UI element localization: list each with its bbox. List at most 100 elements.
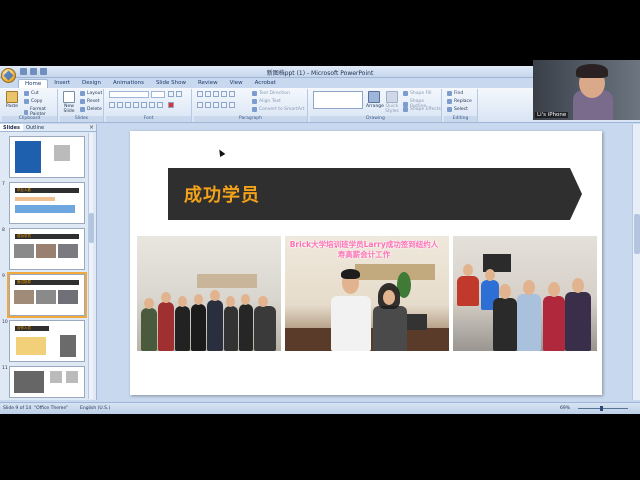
justify-icon[interactable]: [221, 102, 227, 108]
person: [207, 300, 223, 351]
slide-title[interactable]: 成功学员: [184, 181, 260, 207]
slide-canvas[interactable]: 成功学员 Brick大学培训班学员Larry成功签到纽约人寿高薪会计工作: [130, 131, 602, 395]
slides-label: Slides: [60, 116, 103, 122]
pane-scrollbar[interactable]: [88, 133, 94, 399]
tab-outline[interactable]: Outline: [23, 124, 47, 131]
strikethrough-icon[interactable]: [133, 102, 139, 108]
reset-button[interactable]: Reset: [80, 99, 100, 104]
quick-styles-button[interactable]: Quick Styles: [384, 91, 400, 114]
decrease-indent-icon[interactable]: [213, 91, 219, 97]
tab-view[interactable]: View: [224, 79, 249, 88]
cut-button[interactable]: Cut: [24, 91, 39, 96]
tab-animations[interactable]: Animations: [107, 79, 150, 88]
brush-icon: [24, 109, 29, 115]
layout-button[interactable]: Layout: [80, 91, 102, 96]
spacing-icon[interactable]: [149, 102, 155, 108]
qr-code-icon: [66, 371, 78, 383]
office-button[interactable]: [1, 68, 16, 83]
status-bar: Slide 9 of 14 "Office Theme" English (U.…: [0, 402, 640, 414]
slide-thumbnail-10[interactable]: 10 合作人员: [0, 320, 90, 364]
thumbnail-image: [9, 366, 85, 398]
qr-code-icon: [54, 145, 70, 161]
quick-styles-icon: [386, 91, 398, 103]
tab-slides[interactable]: Slides: [0, 124, 23, 131]
new-slide-button[interactable]: New Slide: [61, 91, 77, 114]
tab-design[interactable]: Design: [76, 79, 107, 88]
slide-scrollbar[interactable]: [632, 124, 640, 400]
zoom-slider[interactable]: [578, 406, 628, 411]
scroll-thumb[interactable]: [89, 213, 94, 243]
delete-button[interactable]: Delete: [80, 107, 102, 112]
slide-number: 8: [2, 228, 5, 233]
shadow-icon[interactable]: [141, 102, 147, 108]
numbering-icon[interactable]: [205, 91, 211, 97]
thumb-photo: [58, 244, 78, 258]
screen: 新图档ppt (1) - Microsoft PowerPoint Home I…: [0, 0, 640, 480]
group-photo-office[interactable]: [137, 236, 281, 351]
tab-insert[interactable]: Insert: [48, 79, 76, 88]
columns-icon[interactable]: [229, 102, 235, 108]
font-name-field[interactable]: [109, 91, 149, 98]
copy-button[interactable]: Copy: [24, 99, 42, 104]
align-left-icon[interactable]: [197, 102, 203, 108]
shapes-gallery[interactable]: [313, 91, 363, 109]
thumb-photo: [36, 290, 56, 304]
tab-review[interactable]: Review: [192, 79, 224, 88]
slide-thumbnail-7[interactable]: 7 毕业人数: [0, 182, 90, 226]
thumbnail-image: 面试指导: [7, 272, 87, 318]
drawing-label: Drawing: [310, 116, 441, 122]
slide-thumbnail-6[interactable]: [0, 136, 90, 180]
head: [178, 296, 187, 307]
head: [463, 264, 473, 276]
zoom-level[interactable]: 69%: [560, 406, 570, 411]
find-button[interactable]: Find: [447, 91, 463, 96]
group-photo-classroom[interactable]: [453, 236, 597, 351]
change-case-icon[interactable]: [157, 102, 163, 108]
slide-number: 10: [2, 320, 8, 325]
shape-fill-button[interactable]: Shape Fill: [403, 91, 432, 96]
close-icon[interactable]: ×: [89, 124, 94, 131]
convert-smartart-button[interactable]: Convert to SmartArt: [252, 107, 304, 112]
increase-indent-icon[interactable]: [221, 91, 227, 97]
align-center-icon[interactable]: [205, 102, 211, 108]
person: [457, 276, 479, 306]
face: [383, 290, 395, 305]
person: [191, 304, 206, 351]
slide-thumbnail-9[interactable]: 9 面试指导: [0, 272, 90, 318]
select-button[interactable]: Select: [447, 107, 468, 112]
align-right-icon[interactable]: [213, 102, 219, 108]
font-color-icon[interactable]: [168, 102, 174, 108]
font-size-field[interactable]: [151, 91, 165, 98]
replace-button[interactable]: Replace: [447, 99, 472, 104]
ribbon-tabs: Home Insert Design Animations Slide Show…: [18, 79, 282, 88]
paragraph-label: Paragraph: [194, 116, 307, 122]
tab-home[interactable]: Home: [18, 79, 49, 88]
theme-name: "Office Theme": [34, 406, 69, 411]
arrange-button[interactable]: Arrange: [366, 91, 384, 109]
shape-effects-button[interactable]: Shape Effects: [403, 107, 441, 112]
shrink-font-icon[interactable]: [176, 91, 182, 97]
text-direction-button[interactable]: Text Direction: [252, 91, 290, 96]
video-participant-tile[interactable]: Li's iPhone: [533, 60, 640, 120]
slide-thumbnail-8[interactable]: 8 成功学员: [0, 228, 90, 272]
language[interactable]: English (U.S.): [80, 406, 110, 411]
italic-icon[interactable]: [117, 102, 123, 108]
tab-slide-show[interactable]: Slide Show: [150, 79, 192, 88]
align-text-button[interactable]: Align Text: [252, 99, 281, 104]
tab-acrobat[interactable]: Acrobat: [249, 79, 282, 88]
student-photo-larry[interactable]: Brick大学培训班学员Larry成功签到纽约人寿高薪会计工作: [285, 236, 449, 351]
layout-icon: [80, 91, 85, 96]
line-spacing-icon[interactable]: [229, 91, 235, 97]
head: [226, 296, 235, 307]
zoom-slider-thumb[interactable]: [600, 406, 603, 411]
bold-icon[interactable]: [109, 102, 115, 108]
paste-button[interactable]: Paste: [4, 91, 20, 109]
slides-group: New Slide Layout Reset Delete Slides: [60, 89, 104, 122]
head: [241, 294, 250, 305]
underline-icon[interactable]: [125, 102, 131, 108]
scroll-thumb[interactable]: [634, 214, 640, 254]
bullets-icon[interactable]: [197, 91, 203, 97]
grow-font-icon[interactable]: [168, 91, 174, 97]
thumb-text: [16, 337, 46, 355]
title-banner[interactable]: 成功学员: [168, 168, 582, 220]
